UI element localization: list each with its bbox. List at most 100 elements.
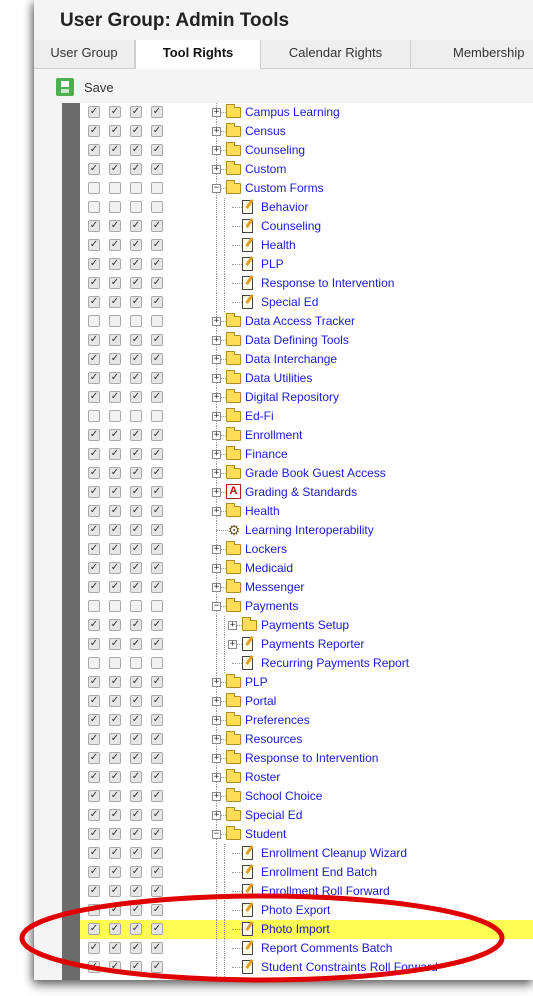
permission-checkbox[interactable]: ✓ — [130, 258, 142, 270]
permission-checkbox[interactable]: ✓ — [109, 961, 121, 973]
tree-item-label[interactable]: Payments Setup — [261, 618, 349, 633]
tree-item-label[interactable]: Photo Import — [261, 922, 330, 937]
permission-checkbox[interactable]: ✓ — [88, 448, 100, 460]
permission-checkbox[interactable]: ✓ — [109, 258, 121, 270]
tab-user-group[interactable]: User Group — [34, 40, 135, 68]
tree-item-label[interactable]: Special Ed — [261, 295, 318, 310]
permission-checkbox[interactable]: ✓ — [151, 695, 163, 707]
permission-checkbox[interactable]: ✓ — [130, 752, 142, 764]
tree-item-label[interactable]: Messenger — [245, 580, 304, 595]
permission-checkbox[interactable]: ✓ — [88, 619, 100, 631]
permission-checkbox[interactable]: ✓ — [130, 676, 142, 688]
expand-toggle-icon[interactable]: + — [212, 545, 221, 554]
tree-item-label[interactable]: Digital Repository — [245, 390, 339, 405]
permission-checkbox[interactable]: ✓ — [130, 486, 142, 498]
permission-checkbox[interactable]: ✓ — [88, 961, 100, 973]
permission-checkbox[interactable]: ✓ — [109, 353, 121, 365]
permission-checkbox[interactable]: ✓ — [130, 543, 142, 555]
permission-checkbox[interactable]: ✓ — [88, 562, 100, 574]
permission-checkbox[interactable]: ✓ — [151, 353, 163, 365]
permission-checkbox[interactable] — [130, 600, 142, 612]
permission-checkbox[interactable]: ✓ — [109, 676, 121, 688]
permission-checkbox[interactable]: ✓ — [151, 505, 163, 517]
permission-checkbox[interactable] — [151, 315, 163, 327]
permission-checkbox[interactable]: ✓ — [130, 904, 142, 916]
tree-item-label[interactable]: Custom Forms — [245, 181, 324, 196]
tree-item-label[interactable]: Recurring Payments Report — [261, 656, 409, 671]
permission-checkbox[interactable]: ✓ — [151, 543, 163, 555]
tree-item-label[interactable]: Grade Book Guest Access — [245, 466, 386, 481]
permission-checkbox[interactable]: ✓ — [109, 239, 121, 251]
permission-checkbox[interactable]: ✓ — [130, 923, 142, 935]
expand-toggle-icon[interactable]: + — [212, 317, 221, 326]
tree-item-label[interactable]: Resources — [245, 732, 302, 747]
permission-checkbox[interactable]: ✓ — [151, 847, 163, 859]
permission-checkbox[interactable]: ✓ — [151, 809, 163, 821]
permission-checkbox[interactable]: ✓ — [151, 790, 163, 802]
permission-checkbox[interactable]: ✓ — [130, 220, 142, 232]
tree-item-label[interactable]: Counseling — [245, 143, 305, 158]
permission-checkbox[interactable]: ✓ — [109, 790, 121, 802]
permission-checkbox[interactable]: ✓ — [151, 942, 163, 954]
permission-checkbox[interactable]: ✓ — [109, 467, 121, 479]
permission-checkbox[interactable]: ✓ — [151, 467, 163, 479]
tree-item-label[interactable]: Data Access Tracker — [245, 314, 355, 329]
permission-checkbox[interactable]: ✓ — [109, 809, 121, 821]
tree-item-label[interactable]: Payments Reporter — [261, 637, 364, 652]
permission-checkbox[interactable]: ✓ — [88, 809, 100, 821]
permission-checkbox[interactable]: ✓ — [109, 125, 121, 137]
permission-checkbox[interactable]: ✓ — [88, 239, 100, 251]
tree-item-label[interactable]: Enrollment End Batch — [261, 865, 377, 880]
permission-checkbox[interactable]: ✓ — [130, 144, 142, 156]
permission-checkbox[interactable]: ✓ — [151, 486, 163, 498]
tree-item-label[interactable]: Finance — [245, 447, 288, 462]
permission-checkbox[interactable]: ✓ — [151, 904, 163, 916]
expand-toggle-icon[interactable]: + — [212, 811, 221, 820]
tree-item-label[interactable]: School Choice — [245, 789, 322, 804]
permission-checkbox[interactable]: ✓ — [88, 847, 100, 859]
expand-toggle-icon[interactable]: + — [212, 583, 221, 592]
permission-checkbox[interactable]: ✓ — [130, 239, 142, 251]
permission-checkbox[interactable]: ✓ — [151, 220, 163, 232]
tree-item-label[interactable]: PLP — [261, 257, 284, 272]
permission-checkbox[interactable]: ✓ — [109, 486, 121, 498]
expand-toggle-icon[interactable]: + — [212, 697, 221, 706]
tree-item-label[interactable]: Grading & Standards — [245, 485, 357, 500]
tree-item-label[interactable]: Enrollment Cleanup Wizard — [261, 846, 407, 861]
permission-checkbox[interactable]: ✓ — [88, 391, 100, 403]
permission-checkbox[interactable]: ✓ — [151, 429, 163, 441]
permission-checkbox[interactable]: ✓ — [109, 334, 121, 346]
permission-checkbox[interactable]: ✓ — [109, 296, 121, 308]
permission-checkbox[interactable]: ✓ — [88, 752, 100, 764]
permission-checkbox[interactable]: ✓ — [130, 391, 142, 403]
save-button[interactable]: Save — [56, 78, 114, 96]
permission-checkbox[interactable]: ✓ — [130, 353, 142, 365]
permission-checkbox[interactable]: ✓ — [130, 619, 142, 631]
permission-checkbox[interactable]: ✓ — [109, 163, 121, 175]
permission-checkbox[interactable] — [130, 182, 142, 194]
permission-checkbox[interactable]: ✓ — [88, 505, 100, 517]
tab-calendar-rights[interactable]: Calendar Rights — [261, 40, 411, 68]
permission-checkbox[interactable]: ✓ — [130, 467, 142, 479]
permission-checkbox[interactable]: ✓ — [151, 752, 163, 764]
permission-checkbox[interactable]: ✓ — [88, 695, 100, 707]
tree-item-label[interactable]: Data Interchange — [245, 352, 337, 367]
permission-checkbox[interactable]: ✓ — [109, 847, 121, 859]
permission-checkbox[interactable]: ✓ — [151, 733, 163, 745]
permission-checkbox[interactable]: ✓ — [151, 239, 163, 251]
permission-checkbox[interactable]: ✓ — [130, 448, 142, 460]
permission-checkbox[interactable]: ✓ — [109, 505, 121, 517]
expand-toggle-icon[interactable]: + — [228, 621, 237, 630]
tab-tool-rights[interactable]: Tool Rights — [135, 40, 261, 69]
tree-item-label[interactable]: Report Comments Batch — [261, 941, 392, 956]
permission-checkbox[interactable]: ✓ — [151, 296, 163, 308]
permission-checkbox[interactable] — [151, 600, 163, 612]
tree-item-label[interactable]: Data Utilities — [245, 371, 312, 386]
permission-checkbox[interactable] — [151, 182, 163, 194]
tree-item-label[interactable]: Payments — [245, 599, 298, 614]
permission-checkbox[interactable]: ✓ — [109, 695, 121, 707]
expand-toggle-icon[interactable]: + — [212, 716, 221, 725]
tree-item-label[interactable]: Health — [261, 238, 296, 253]
permission-checkbox[interactable]: ✓ — [88, 524, 100, 536]
permission-checkbox[interactable]: ✓ — [109, 828, 121, 840]
